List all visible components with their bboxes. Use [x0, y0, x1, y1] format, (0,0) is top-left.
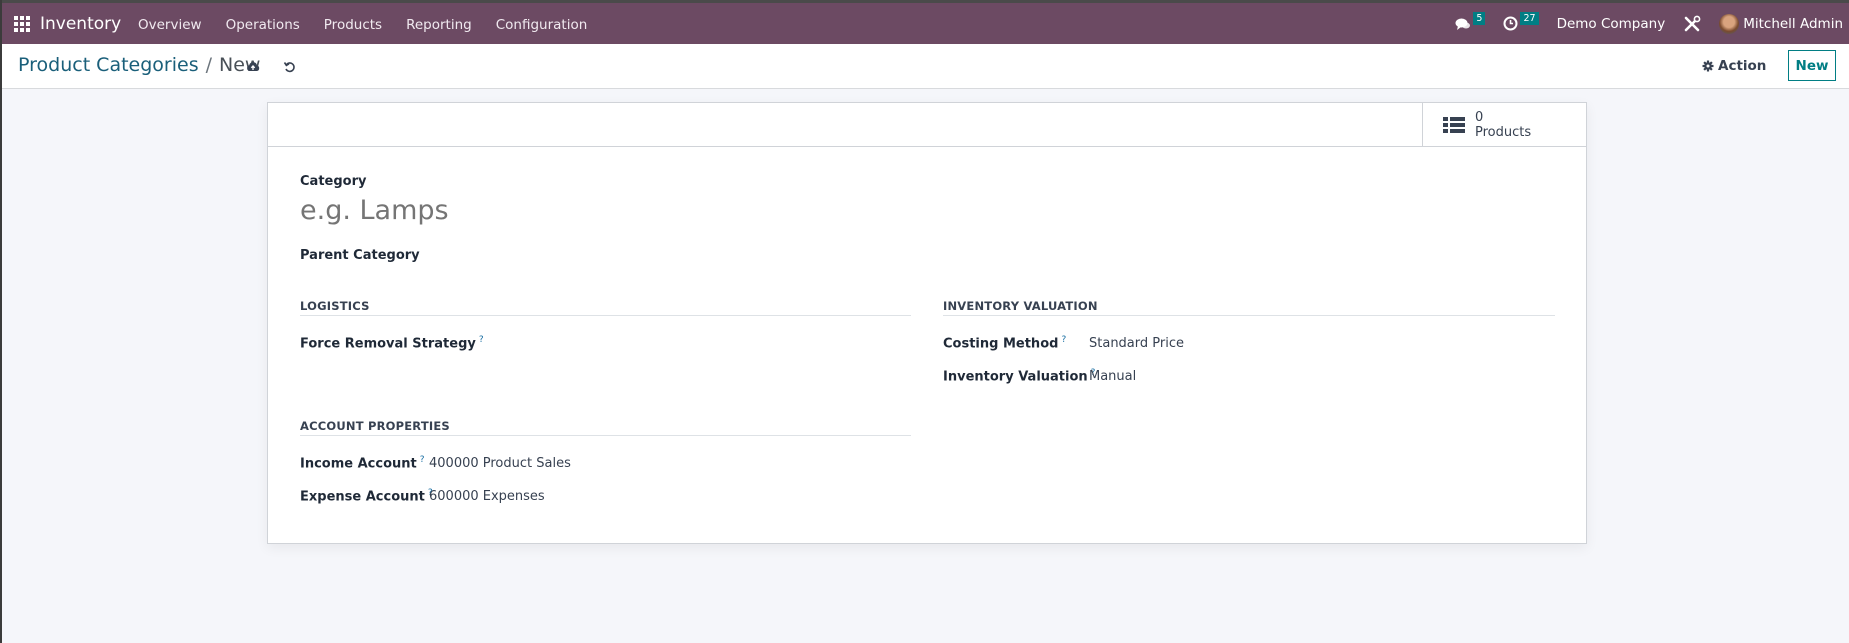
expense-account-label: Expense Account?: [300, 488, 433, 504]
income-account-label-text: Income Account: [300, 456, 417, 472]
costing-method-label-text: Costing Method: [943, 336, 1059, 352]
income-account-input[interactable]: 400000 Product Sales: [429, 456, 571, 471]
income-account-label: Income Account?: [300, 455, 425, 471]
inventory-valuation-divider: [943, 315, 1555, 316]
inventory-valuation-label: Inventory Valuation?: [943, 368, 1095, 384]
force-removal-input[interactable]: [443, 333, 903, 353]
products-label: Products: [1475, 124, 1532, 140]
action-button[interactable]: Action: [1702, 58, 1766, 74]
control-panel: Product Categories / New Action New: [2, 44, 1849, 89]
menu-operations[interactable]: Operations: [226, 17, 300, 33]
top-menu: Overview Operations Products Reporting C…: [138, 17, 611, 33]
account-properties-divider: [300, 435, 911, 436]
messages-badge: 5: [1473, 12, 1486, 25]
messages-button[interactable]: 5: [1455, 12, 1486, 31]
costing-method-select[interactable]: Standard Price: [1089, 336, 1184, 351]
category-label: Category: [300, 174, 367, 189]
chat-icon: [1455, 18, 1471, 30]
debug-tools-button[interactable]: [1683, 15, 1701, 33]
breadcrumb: Product Categories / New: [18, 54, 260, 76]
help-tooltip-icon[interactable]: ?: [1061, 335, 1066, 345]
logistics-divider: [300, 315, 911, 316]
menu-reporting[interactable]: Reporting: [406, 17, 472, 33]
expense-account-input[interactable]: 600000 Expenses: [429, 489, 545, 504]
breadcrumb-parent[interactable]: Product Categories: [18, 54, 199, 76]
products-count: 0: [1475, 109, 1484, 125]
expense-account-label-text: Expense Account: [300, 489, 425, 505]
user-avatar: [1719, 13, 1740, 34]
activities-badge: 27: [1520, 12, 1539, 25]
apps-menu-icon[interactable]: [14, 16, 30, 32]
clock-icon: [1503, 16, 1518, 31]
inventory-valuation-section-title: INVENTORY VALUATION: [943, 299, 1098, 313]
list-icon: [1443, 116, 1465, 133]
main-navbar: Inventory Overview Operations Products R…: [2, 3, 1849, 44]
parent-category-input[interactable]: [418, 245, 978, 265]
activities-button[interactable]: 27: [1503, 12, 1539, 31]
parent-category-label: Parent Category: [300, 248, 420, 263]
help-tooltip-icon[interactable]: ?: [420, 455, 425, 465]
inventory-valuation-select[interactable]: Manual: [1089, 369, 1136, 384]
costing-method-label: Costing Method?: [943, 335, 1066, 351]
form-button-box: 0 Products: [268, 103, 1586, 147]
account-properties-section-title: ACCOUNT PROPERTIES: [300, 419, 450, 433]
gear-icon: [1702, 60, 1714, 72]
new-button[interactable]: New: [1788, 50, 1836, 81]
category-name-input[interactable]: [300, 195, 900, 226]
app-name[interactable]: Inventory: [40, 14, 121, 34]
action-label: Action: [1718, 58, 1767, 74]
products-stat-button[interactable]: 0 Products: [1422, 103, 1586, 146]
menu-overview[interactable]: Overview: [138, 17, 202, 33]
discard-undo-icon[interactable]: [283, 60, 297, 74]
save-cloud-icon[interactable]: [246, 60, 260, 74]
menu-products[interactable]: Products: [324, 17, 382, 33]
company-switcher[interactable]: Demo Company: [1557, 16, 1666, 32]
menu-configuration[interactable]: Configuration: [496, 17, 588, 33]
user-menu[interactable]: Mitchell Admin: [1719, 13, 1843, 34]
breadcrumb-separator: /: [205, 54, 212, 76]
form-sheet: 0 Products Category Parent Category LOGI…: [267, 102, 1587, 544]
user-name: Mitchell Admin: [1743, 15, 1843, 32]
tools-icon: [1684, 15, 1701, 31]
logistics-section-title: LOGISTICS: [300, 299, 370, 313]
systray: 5 27 Demo Company Mitchell Admin: [1437, 3, 1843, 44]
inventory-valuation-label-text: Inventory Valuation: [943, 369, 1088, 385]
